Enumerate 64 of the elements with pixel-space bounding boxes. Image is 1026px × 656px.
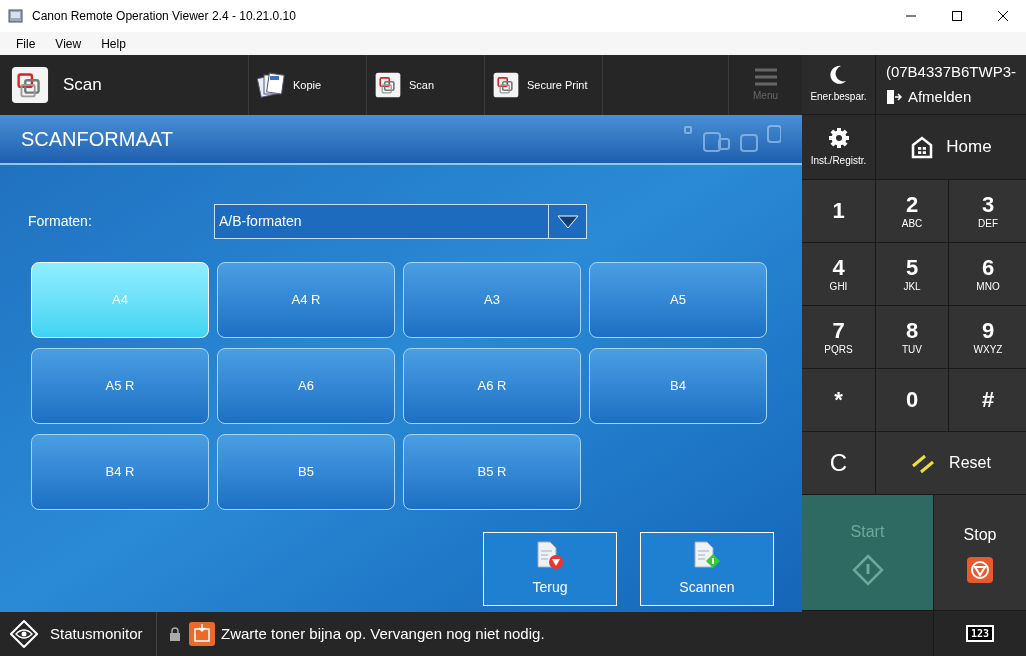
paper-size-button[interactable]: A6 R (403, 348, 581, 424)
toner-warning-icon (189, 622, 215, 646)
format-dropdown[interactable]: A/B-formaten (214, 204, 587, 239)
double-slash-icon (911, 452, 936, 474)
home-button[interactable]: Home (876, 115, 1026, 179)
action-button[interactable]: Terug (483, 532, 617, 606)
keypad-toggle-button[interactable]: 123 (965, 625, 995, 642)
keypad-key[interactable]: 4 GHI (802, 243, 875, 305)
user-id: (07B4337B6TWP3- (885, 62, 1016, 82)
moon-icon (829, 65, 848, 85)
document-stop-icon (536, 540, 564, 571)
window-title: Canon Remote Operation Viewer 2.4 - 10.21.0.10 (32, 8, 296, 25)
stop-button[interactable]: Stop (934, 495, 1026, 610)
current-function-label: Scan (63, 74, 102, 97)
keypad-key[interactable]: 6 MNO (949, 243, 1026, 305)
lock-icon (169, 627, 181, 641)
clear-key[interactable]: C (802, 432, 875, 494)
keypad-key[interactable]: 2 ABC (876, 180, 948, 242)
overlapping-squares-icon (11, 66, 49, 104)
keypad-key[interactable]: # (949, 369, 1026, 431)
paper-size-button[interactable]: A6 (217, 348, 395, 424)
document-stack-icon (257, 71, 285, 99)
logout-button[interactable]: Afmelden (885, 85, 1016, 108)
settings-button[interactable]: Inst./Registr. (802, 115, 875, 179)
paper-size-button[interactable]: A3 (403, 262, 581, 338)
logout-icon (885, 88, 902, 105)
close-icon (998, 11, 1008, 21)
keypad-key[interactable]: 5 JKL (876, 243, 948, 305)
eye-icon (10, 620, 38, 648)
energy-saver-button[interactable]: Ener.bespar. (802, 55, 875, 114)
keypad-key[interactable]: 8 TUV (876, 306, 948, 368)
status-message: Zwarte toner bijna op. Vervangen nog niet nodig. (221, 623, 545, 644)
start-diamond-icon (851, 553, 884, 586)
keypad-key[interactable]: 1 (802, 180, 875, 242)
menu-icon (754, 67, 777, 86)
reset-button[interactable]: Reset (876, 432, 1026, 494)
paper-size-button[interactable]: B5 (217, 434, 395, 510)
paper-size-button[interactable]: B4 R (31, 434, 209, 510)
home-icon (910, 135, 935, 159)
screen-title: SCANFORMAAT (21, 127, 173, 152)
menu-item[interactable]: Help (93, 34, 134, 53)
paper-size-button[interactable]: A5 R (31, 348, 209, 424)
menu-item[interactable]: View (47, 34, 90, 53)
paper-size-button[interactable]: A5 (589, 262, 767, 338)
menu-item[interactable]: File (8, 34, 44, 53)
keypad-key[interactable]: 3 DEF (949, 180, 1026, 242)
app-icon (8, 8, 24, 24)
maximize-icon (952, 11, 962, 21)
paper-size-button[interactable]: B5 R (403, 434, 581, 510)
overlapping-squares-icon (375, 72, 401, 98)
dropdown-arrow-icon (556, 214, 579, 229)
keypad-key[interactable]: 0 (876, 369, 948, 431)
document-start-icon (693, 540, 721, 571)
overlapping-squares-icon (493, 72, 519, 98)
keypad-key[interactable]: * (802, 369, 875, 431)
status-monitor-button[interactable]: Statusmonitor (0, 612, 157, 656)
settings-icon (827, 126, 850, 149)
keypad-key[interactable]: 7 PQRS (802, 306, 875, 368)
paper-size-button[interactable]: A4 R (217, 262, 395, 338)
action-button[interactable]: Scannen (640, 532, 774, 606)
keypad-key[interactable]: 9 WXYZ (949, 306, 1026, 368)
stop-icon (967, 556, 993, 583)
format-label: Formaten: (28, 212, 93, 231)
paper-size-button[interactable]: B4 (589, 348, 767, 424)
